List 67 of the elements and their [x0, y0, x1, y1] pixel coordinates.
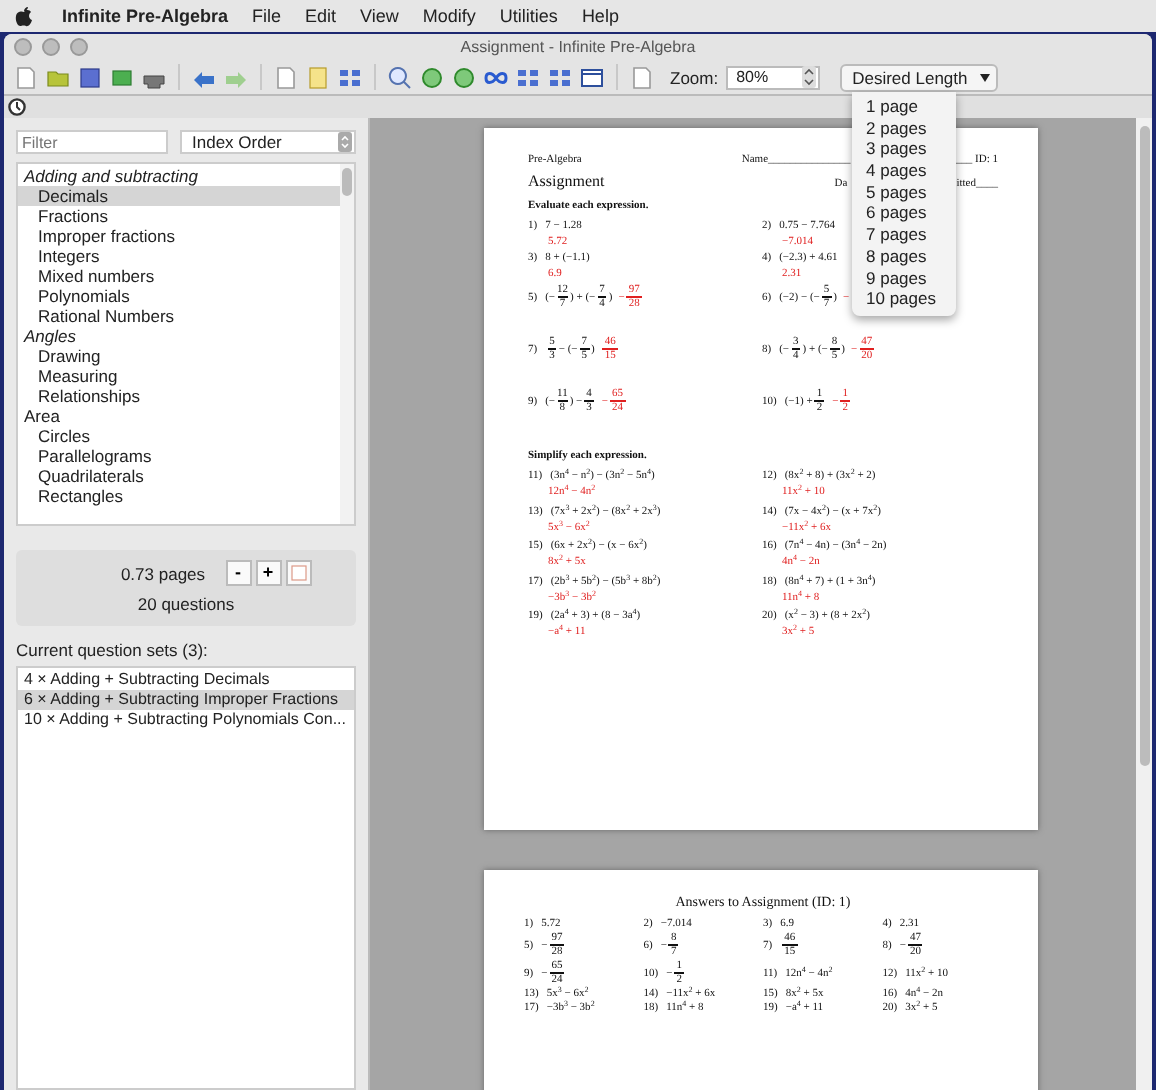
menu-option[interactable]: 7 pages [852, 224, 956, 246]
topic-item[interactable]: Polynomials [18, 286, 340, 306]
menu-option[interactable]: 1 page [852, 96, 956, 118]
window-icon[interactable] [580, 65, 604, 89]
grid-icon[interactable] [516, 65, 540, 89]
menu-option[interactable]: 2 pages [852, 117, 956, 139]
sets-label: Current question sets (3): [16, 640, 210, 660]
topic-item[interactable]: Drawing [18, 346, 340, 366]
close-button[interactable] [14, 38, 32, 56]
menu-item[interactable]: Utilities [499, 6, 558, 26]
topic-item[interactable]: Parallelograms [18, 446, 340, 466]
zoom-label: Zoom: [670, 67, 719, 87]
apple-icon[interactable] [14, 5, 34, 27]
menu-item[interactable]: Help [581, 6, 619, 26]
topic-item[interactable]: Integers [18, 246, 340, 266]
new-document-icon[interactable] [14, 65, 38, 89]
question-set[interactable]: 4 × Adding + Subtracting Decimals [18, 670, 354, 690]
topic-category[interactable]: Adding and subtracting [18, 166, 340, 186]
caret-icon [979, 73, 990, 81]
window-title: Assignment - Infinite Pre-Algebra [460, 38, 696, 56]
menu-option[interactable]: 3 pages [852, 138, 956, 161]
magnifier-icon[interactable] [388, 65, 412, 89]
decrease-button[interactable]: - [225, 560, 252, 586]
app-menu[interactable]: Infinite Pre-Algebra [62, 6, 229, 26]
question-set[interactable]: 6 × Adding + Subtracting Improper Fractions [18, 690, 354, 710]
menu-option[interactable]: 5 pages [852, 181, 956, 203]
document-title: Assignment [528, 172, 605, 190]
topic-item[interactable]: Relationships [18, 386, 340, 406]
question-count: 20 questions [137, 594, 235, 614]
topic-category[interactable]: Area [18, 406, 340, 426]
topic-item[interactable]: Mixed numbers [18, 266, 340, 286]
topic-category[interactable]: Angles [18, 326, 340, 346]
topic-item[interactable]: Decimals [18, 186, 340, 206]
history-icon[interactable] [8, 98, 26, 116]
filter-field[interactable]: Filter [16, 130, 168, 154]
menu-item[interactable]: View [360, 6, 399, 26]
question-set[interactable]: 10 × Adding + Subtracting Polynomials Con... [18, 710, 354, 730]
stepper-icon [338, 132, 352, 152]
zoom-field[interactable]: 80% [726, 65, 821, 89]
menu-option[interactable]: 10 pages [852, 288, 956, 310]
page-count: 0.73 pages [120, 563, 206, 583]
length-popup[interactable]: Desired Length [840, 63, 998, 91]
topic-item[interactable]: Quadrilaterals [18, 466, 340, 486]
page-icon[interactable] [274, 65, 298, 89]
topic-item[interactable]: Fractions [18, 206, 340, 226]
minimize-button[interactable] [42, 38, 60, 56]
sort-select[interactable]: Index Order [180, 130, 356, 154]
menu-option[interactable]: 9 pages [852, 267, 956, 289]
topic-item[interactable]: Measuring [18, 366, 340, 386]
page-icon[interactable] [630, 65, 654, 89]
menu-option[interactable]: 4 pages [852, 160, 956, 182]
zoom-button[interactable] [70, 38, 88, 56]
stepper-icon[interactable] [802, 66, 817, 88]
menu-item[interactable]: Modify [422, 6, 476, 26]
menu-item[interactable]: Edit [305, 6, 337, 26]
topic-item[interactable]: Circles [18, 426, 340, 446]
folder-icon[interactable] [46, 65, 70, 89]
topic-item[interactable]: Rectangles [18, 486, 340, 506]
menu-option[interactable]: 8 pages [852, 245, 956, 267]
menu-option[interactable]: 6 pages [852, 202, 956, 225]
circle-icon[interactable] [452, 65, 476, 89]
menu-item[interactable]: File [252, 6, 282, 26]
save-icon[interactable] [78, 65, 102, 89]
page-button-icon[interactable] [285, 560, 312, 586]
increase-button[interactable]: + [255, 560, 282, 586]
topic-item[interactable]: Improper fractions [18, 226, 340, 246]
topic-item[interactable]: Rational Numbers [18, 306, 340, 326]
